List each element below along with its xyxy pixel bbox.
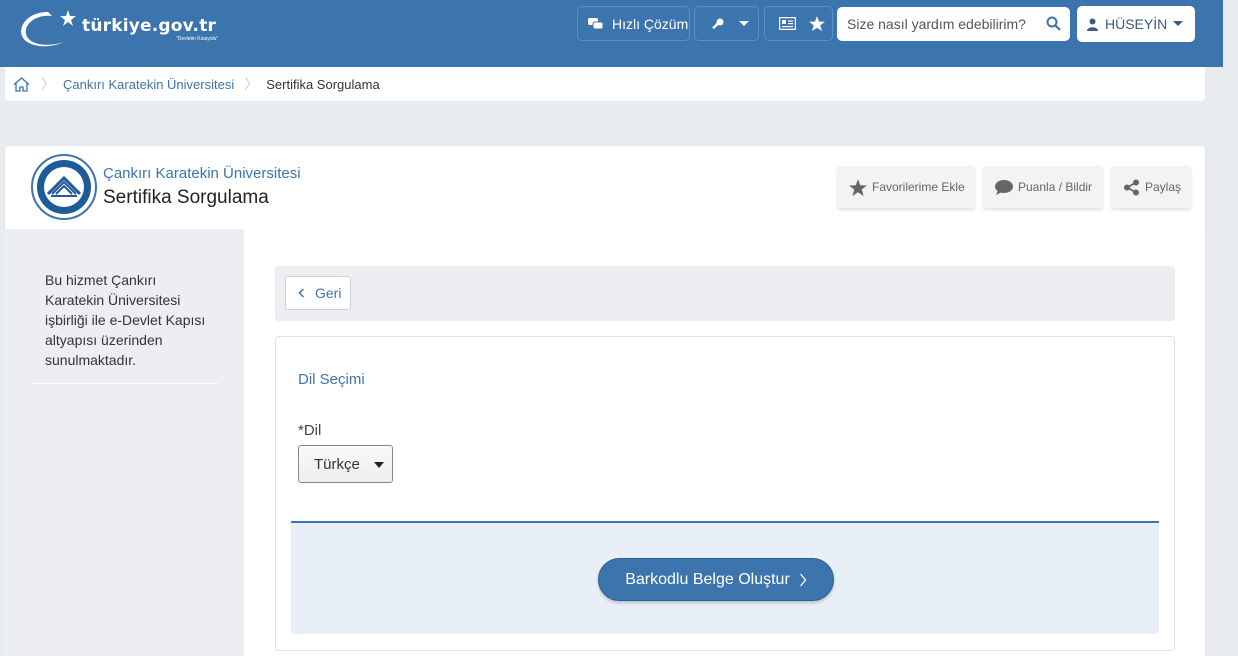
rate-report-button[interactable]: Puanla / Bildir bbox=[983, 166, 1103, 208]
sidebar-divider bbox=[32, 383, 218, 384]
page-scrollbar[interactable] bbox=[1223, 0, 1238, 656]
logo-text: türkiye.gov.tr bbox=[82, 16, 217, 36]
id-card-favorites-button[interactable] bbox=[764, 6, 833, 41]
university-emblem-icon bbox=[31, 154, 97, 220]
share-label: Paylaş bbox=[1145, 180, 1182, 194]
user-name: HÜSEYİN bbox=[1105, 16, 1168, 32]
logo-tagline: "Devletin Kısayolu" bbox=[176, 36, 219, 42]
star-icon bbox=[849, 178, 867, 196]
chevron-left-icon bbox=[298, 288, 305, 298]
key-icon bbox=[712, 18, 724, 29]
login-options-button[interactable] bbox=[694, 6, 759, 41]
share-icon bbox=[1124, 179, 1139, 195]
chevron-down-icon bbox=[1173, 21, 1183, 26]
chevron-down-icon bbox=[374, 462, 384, 468]
search-icon[interactable] bbox=[1046, 16, 1061, 31]
breadcrumb-separator: 〉 bbox=[244, 76, 259, 92]
home-icon[interactable] bbox=[11, 74, 31, 94]
user-icon bbox=[1087, 18, 1098, 31]
rate-report-label: Puanla / Bildir bbox=[1018, 180, 1093, 194]
language-select[interactable]: Türkçe bbox=[298, 445, 393, 483]
add-favorite-button[interactable]: Favorilerime Ekle bbox=[837, 166, 975, 208]
service-header: Çankırı Karatekin Üniversitesi Sertifika… bbox=[5, 146, 1205, 229]
search-box[interactable] bbox=[837, 7, 1070, 41]
top-header: türkiye.gov.tr "Devletin Kısayolu" Hızlı… bbox=[0, 0, 1238, 67]
breadcrumb-link-institution[interactable]: Çankırı Karatekin Üniversitesi bbox=[63, 77, 234, 92]
chevron-right-icon bbox=[799, 573, 807, 586]
share-button[interactable]: Paylaş bbox=[1111, 166, 1191, 208]
speech-bubble-icon bbox=[995, 179, 1013, 195]
chat-bubbles-icon bbox=[588, 17, 604, 29]
user-menu-button[interactable]: HÜSEYİN bbox=[1077, 6, 1195, 42]
chevron-down-icon bbox=[739, 21, 749, 26]
breadcrumb: 〉 Çankırı Karatekin Üniversitesi 〉 Serti… bbox=[5, 67, 1205, 101]
form-legend: Dil Seçimi bbox=[298, 371, 365, 388]
quick-solution-button[interactable]: Hızlı Çözüm bbox=[577, 6, 690, 41]
quick-solution-label: Hızlı Çözüm bbox=[612, 15, 689, 32]
submit-label: Barkodlu Belge Oluştur bbox=[625, 570, 790, 588]
id-card-icon bbox=[779, 17, 796, 30]
page-title: Sertifika Sorgulama bbox=[103, 187, 269, 208]
sidebar: Bu hizmet Çankırı Karatekin Üniversitesi… bbox=[5, 229, 244, 656]
language-field-label: *Dil bbox=[298, 422, 322, 439]
search-input[interactable] bbox=[847, 16, 1047, 32]
breadcrumb-current: Sertifika Sorgulama bbox=[266, 76, 380, 92]
add-favorite-label: Favorilerime Ekle bbox=[872, 180, 965, 194]
breadcrumb-separator: 〉 bbox=[41, 76, 55, 92]
back-bar bbox=[275, 266, 1175, 321]
turkiye-gov-logo[interactable]: türkiye.gov.tr "Devletin Kısayolu" bbox=[16, 4, 226, 52]
logo-swoosh-icon bbox=[21, 10, 76, 47]
star-icon bbox=[809, 16, 825, 31]
create-barcoded-document-button[interactable]: Barkodlu Belge Oluştur bbox=[598, 558, 834, 601]
language-select-value: Türkçe bbox=[314, 455, 360, 473]
back-button-label: Geri bbox=[315, 285, 342, 301]
institution-name: Çankırı Karatekin Üniversitesi bbox=[103, 165, 301, 182]
back-button[interactable]: Geri bbox=[285, 276, 351, 310]
service-info-text: Bu hizmet Çankırı Karatekin Üniversitesi… bbox=[45, 272, 206, 368]
